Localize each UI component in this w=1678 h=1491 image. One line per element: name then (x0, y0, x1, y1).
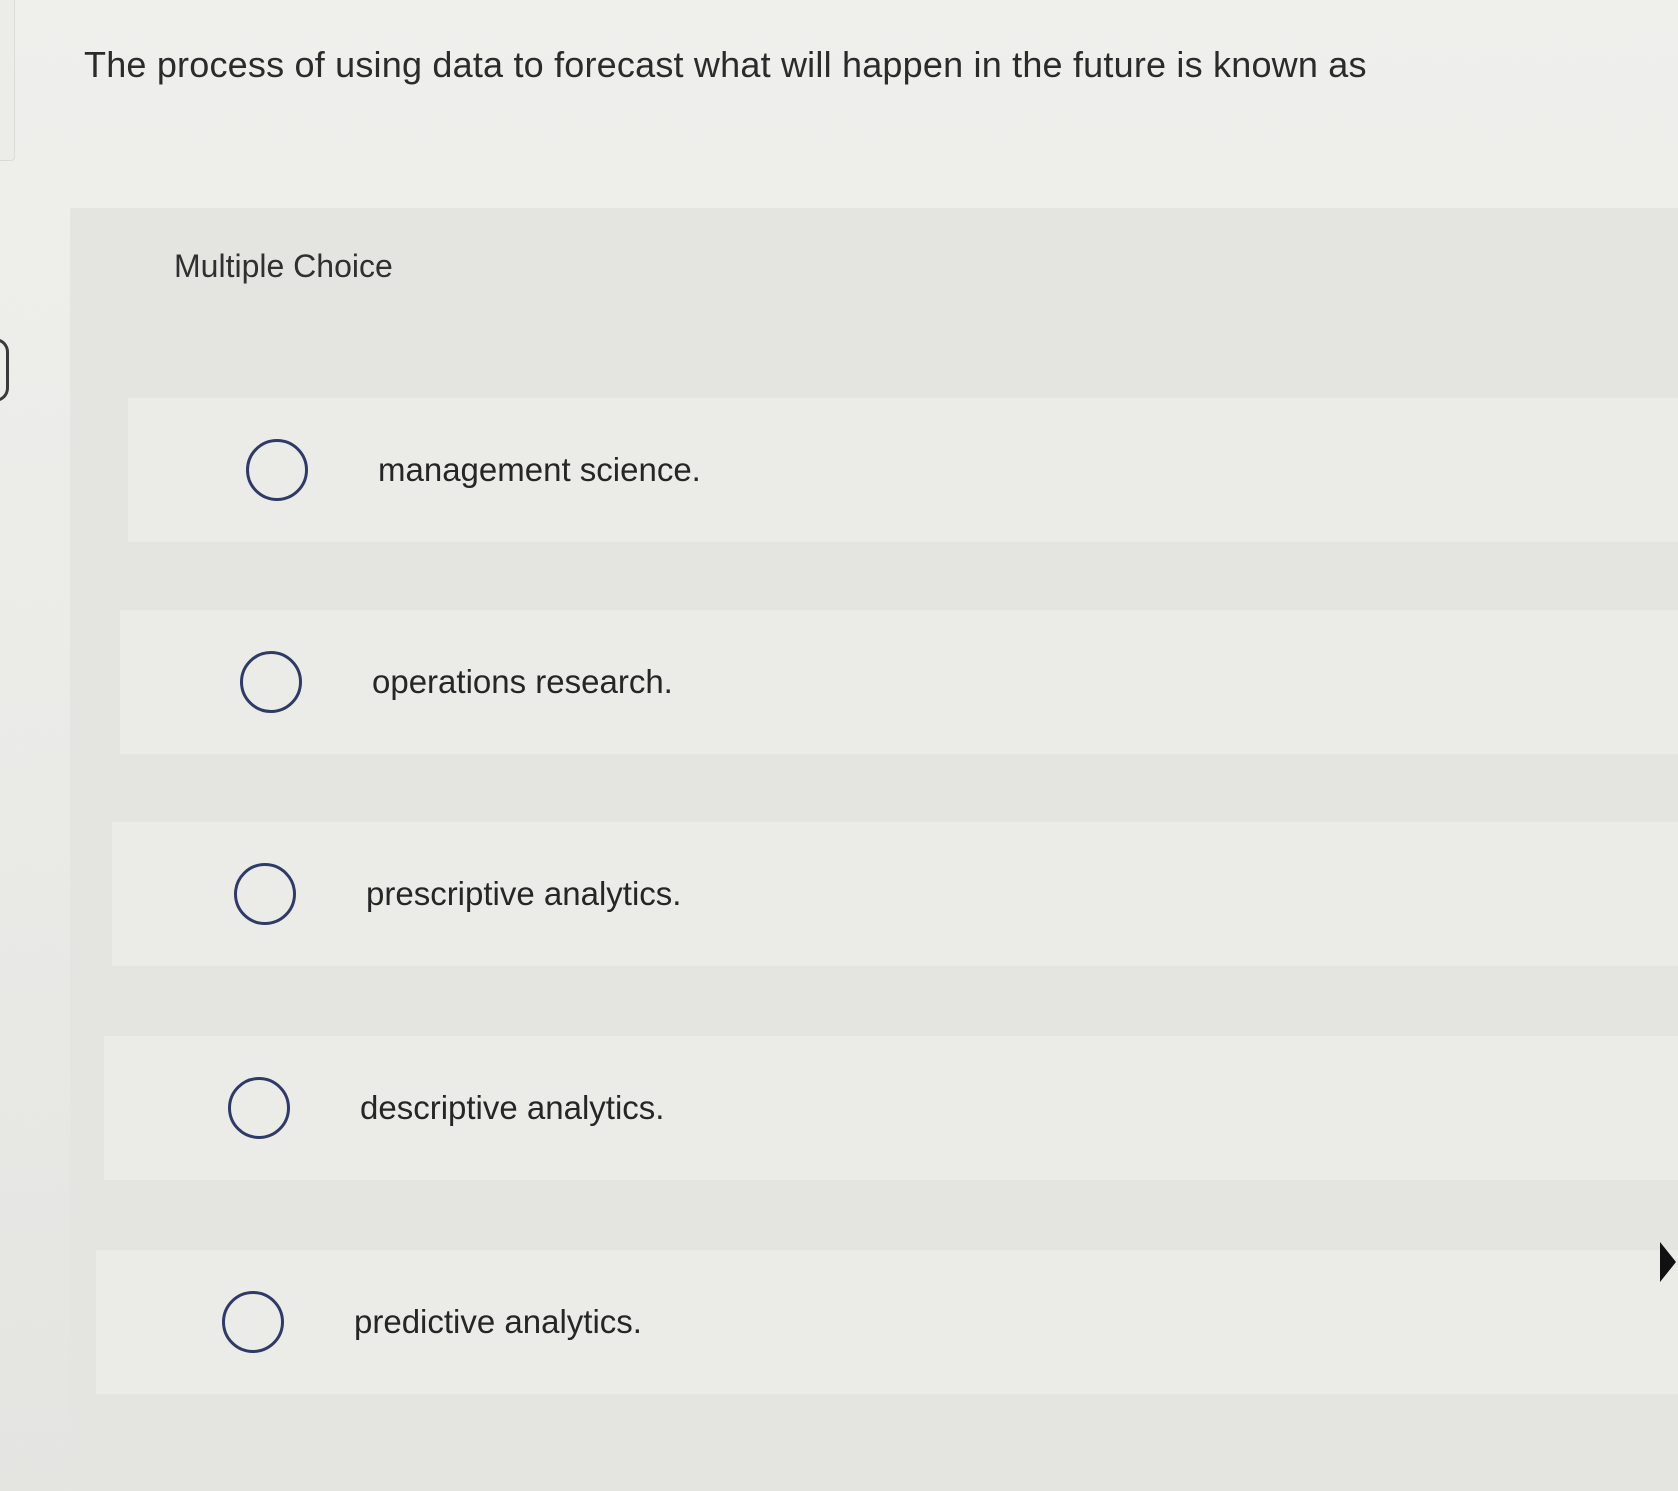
mouse-cursor-icon (1660, 1242, 1676, 1282)
choice-option-label: management science. (378, 451, 701, 488)
choice-option-2[interactable]: operations research. (120, 610, 1678, 754)
choice-option-label: descriptive analytics. (360, 1089, 665, 1126)
radio-unselected-icon[interactable] (222, 1291, 284, 1353)
choice-option-5[interactable]: predictive analytics. (96, 1250, 1678, 1394)
choice-option-3[interactable]: prescriptive analytics. (112, 822, 1678, 966)
left-edge-panel (0, 0, 15, 161)
radio-unselected-icon[interactable] (228, 1077, 290, 1139)
multiple-choice-label: Multiple Choice (174, 248, 393, 284)
choice-option-label: predictive analytics. (354, 1303, 642, 1340)
choice-option-1[interactable]: management science. (128, 398, 1678, 542)
question-text: The process of using data to forecast wh… (84, 44, 1367, 85)
multiple-choice-panel: Multiple Choice management science. oper… (70, 208, 1678, 1491)
choice-option-4[interactable]: descriptive analytics. (104, 1036, 1678, 1180)
radio-unselected-icon[interactable] (246, 439, 308, 501)
radio-unselected-icon[interactable] (234, 863, 296, 925)
choice-option-label: prescriptive analytics. (366, 875, 682, 912)
left-edge-tab[interactable] (0, 338, 9, 402)
choice-option-label: operations research. (372, 663, 673, 700)
radio-unselected-icon[interactable] (240, 651, 302, 713)
